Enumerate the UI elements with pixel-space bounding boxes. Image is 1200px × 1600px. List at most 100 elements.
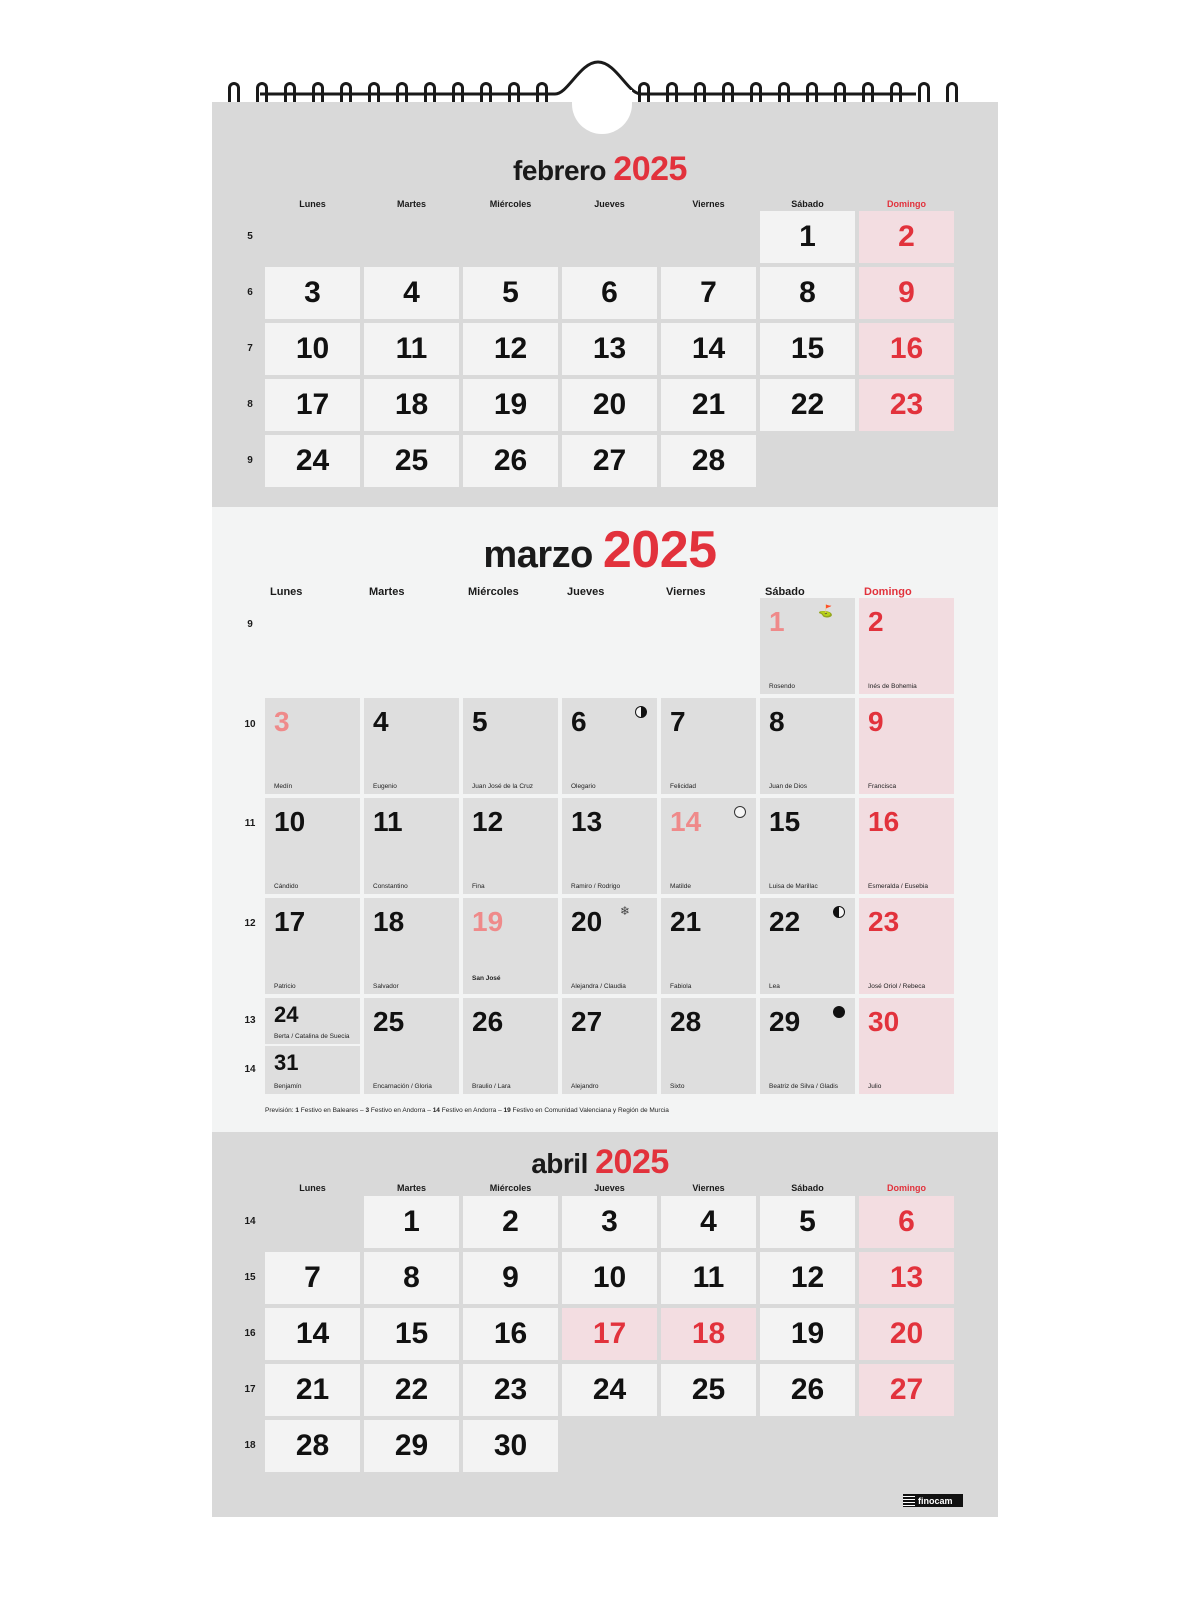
footnote-text: Festivo en Andorra – (369, 1107, 433, 1114)
footnote-prefix: Previsión: (265, 1107, 296, 1114)
march-day-cell: 24 Berta / Catalina de Suecia (265, 998, 360, 1044)
weekday-miércoles: Miércoles (489, 199, 532, 209)
weekday-martes: Martes (396, 1183, 426, 1193)
saint-name: Salvador (373, 983, 399, 990)
february-day-cell: 15 (760, 323, 855, 375)
march-day-cell: 21 Fabiola (661, 898, 756, 994)
march-day-cell: 20 Alejandra / Claudia ❄ (562, 898, 657, 994)
march-day-cell: 31 Benjamín (265, 1046, 360, 1094)
april-day-cell: 4 (661, 1196, 756, 1248)
saint-name: Esmeralda / Eusebia (868, 883, 928, 890)
weekday-martes: Martes (396, 199, 426, 209)
april-day-cell: 14 (265, 1308, 360, 1360)
saint-name: Luisa de Marillac (769, 883, 818, 890)
april-day-cell: 16 (463, 1308, 558, 1360)
february-day-cell: 19 (463, 379, 558, 431)
march-day-cell: 23 José Oriol / Rebeca (859, 898, 954, 994)
day-number: 4 (373, 706, 389, 737)
footnote-text: Festivo en Baleares – (298, 1107, 366, 1114)
april-day-cell: 19 (760, 1308, 855, 1360)
day-number: 14 (670, 806, 702, 837)
march-day-cell: 6 Olegario (562, 698, 657, 794)
saint-name: Braulio / Lara (472, 1083, 511, 1090)
day-number: 2 (868, 606, 884, 637)
saint-name: Sixto (670, 1083, 685, 1090)
day-number: 6 (571, 706, 587, 737)
february-day-cell: 6 (562, 267, 657, 319)
weekday-sábado: Sábado (791, 1183, 824, 1193)
april-day-cell: 25 (661, 1364, 756, 1416)
february-day-cell: 1 (760, 211, 855, 263)
april-title: abril 2025 (0, 1143, 1200, 1182)
week-number: 9 (247, 619, 253, 630)
saint-name: Matilde (670, 883, 691, 890)
april-day-cell: 2 (463, 1196, 558, 1248)
april-day-cell: 17 (562, 1308, 657, 1360)
february-day-cell: 2 (859, 211, 954, 263)
february-day-cell: 28 (661, 435, 756, 487)
march-day-cell: 1 Rosendo ⛳ (760, 598, 855, 694)
march-day-cell: 17 Patricio (265, 898, 360, 994)
day-number: 26 (472, 1006, 504, 1037)
week-number: 15 (244, 1272, 256, 1283)
saint-name: Fina (472, 883, 485, 890)
day-number: 18 (373, 906, 405, 937)
festivo-footnote: Previsión: 1 Festivo en Baleares – 3 Fes… (265, 1107, 669, 1114)
march-day-cell: 7 Felicidad (661, 698, 756, 794)
february-day-cell: 14 (661, 323, 756, 375)
day-number: 29 (769, 1006, 801, 1037)
brand-logo: finocam (903, 1494, 963, 1507)
day-number: 20 (571, 906, 603, 937)
march-day-cell: 19 San José (463, 898, 558, 994)
day-number: 15 (769, 806, 801, 837)
april-day-cell: 3 (562, 1196, 657, 1248)
saint-name: Alejandra / Claudia (571, 983, 626, 990)
day-number: 21 (670, 906, 702, 937)
week-number: 14 (244, 1216, 256, 1227)
april-day-cell: 12 (760, 1252, 855, 1304)
february-day-cell: 7 (661, 267, 756, 319)
february-day-cell: 16 (859, 323, 954, 375)
weekday-lunes: Lunes (270, 586, 303, 598)
day-number: 24 (274, 1002, 299, 1027)
weekday-jueves: Jueves (567, 586, 605, 598)
february-day-cell: 17 (265, 379, 360, 431)
february-day-cell: 25 (364, 435, 459, 487)
february-day-cell: 24 (265, 435, 360, 487)
week-number: 5 (247, 231, 253, 242)
february-day-cell: 3 (265, 267, 360, 319)
weekday-miércoles: Miércoles (468, 586, 519, 598)
march-day-cell: 22 Lea (760, 898, 855, 994)
day-number: 1 (769, 606, 785, 637)
footnote-text: Festivo en Andorra – (439, 1107, 504, 1114)
spring-snowflake-icon: ❄ (620, 904, 631, 918)
february-day-cell: 8 (760, 267, 855, 319)
week-number: 8 (247, 399, 253, 410)
saint-name: Patricio (274, 983, 296, 990)
april-day-cell: 7 (265, 1252, 360, 1304)
march-day-cell: 8 Juan de Dios (760, 698, 855, 794)
march-day-cell: 2 Inés de Bohemia (859, 598, 954, 694)
april-day-cell: 9 (463, 1252, 558, 1304)
saint-name: Beatriz de Silva / Gladis (769, 1083, 839, 1090)
weekday-lunes: Lunes (299, 1183, 326, 1193)
new-moon-icon (833, 1006, 845, 1018)
full-moon-icon (734, 806, 746, 818)
march-day-cell: 15 Luisa de Marillac (760, 798, 855, 894)
week-number: 10 (244, 719, 256, 730)
brand-stripes-icon (903, 1494, 915, 1507)
last-quarter-moon-icon (833, 906, 845, 918)
weekday-domingo: Domingo (864, 586, 912, 598)
february-day-cell: 5 (463, 267, 558, 319)
april-day-cell: 30 (463, 1420, 558, 1472)
weekday-viernes: Viernes (666, 586, 706, 598)
february-day-cell: 12 (463, 323, 558, 375)
april-day-cell: 13 (859, 1252, 954, 1304)
march-day-cell: 26 Braulio / Lara (463, 998, 558, 1094)
saint-name: Fabiola (670, 983, 692, 990)
february-day-cell: 23 (859, 379, 954, 431)
month-name: marzo (483, 534, 593, 576)
march-day-cell: 29 Beatriz de Silva / Gladis (760, 998, 855, 1094)
day-number: 19 (472, 906, 504, 937)
february-day-cell: 26 (463, 435, 558, 487)
